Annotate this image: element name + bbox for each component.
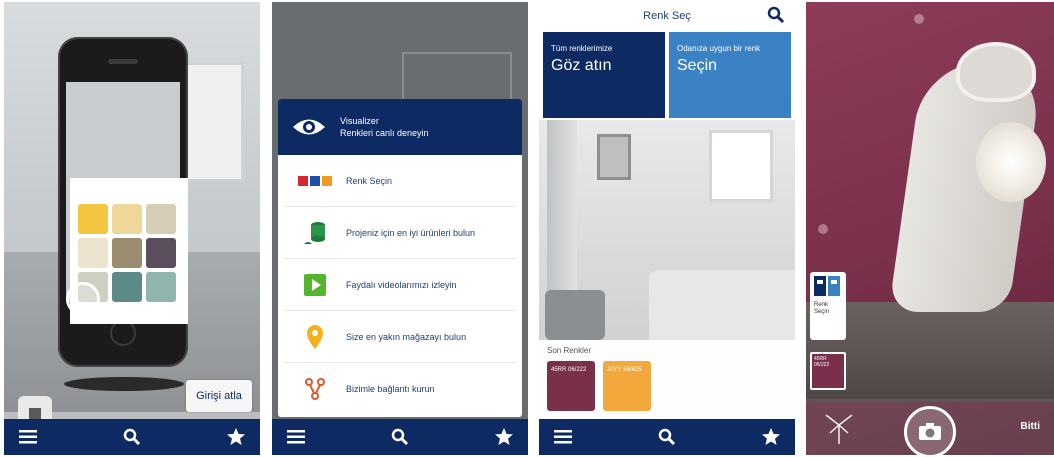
tile-subtitle: Tüm renklerimize — [551, 44, 613, 53]
choose-color-button[interactable]: Renk Seçin — [810, 272, 846, 340]
menu-item-label: Bizimle bağlantı kurun — [346, 384, 435, 394]
menu-item-contact[interactable]: Bizimle bağlantı kurun — [284, 363, 516, 415]
search-button[interactable] — [120, 425, 144, 449]
room-chair — [545, 290, 605, 340]
visualizer-subtitle: Renkleri canlı deneyin — [340, 128, 429, 138]
hamburger-icon — [554, 430, 572, 444]
room-picture-frame — [709, 130, 773, 202]
color-swatch — [78, 238, 108, 268]
tile-subtitle: Odanıza uygun bir renk — [677, 44, 761, 53]
color-code: 45RR 06/222 — [814, 356, 830, 368]
intro-screen: Girişi atla — [4, 2, 260, 455]
phone-stand — [64, 377, 184, 391]
eye-icon — [293, 119, 325, 135]
color-swatch — [112, 238, 142, 268]
color-swatch — [146, 238, 176, 268]
overlay-circle-toggle[interactable] — [66, 282, 100, 316]
tile-title: Göz atın — [551, 57, 612, 74]
search-icon — [767, 6, 785, 24]
color-book-icon — [814, 276, 840, 296]
color-swatch — [78, 204, 108, 234]
search-button[interactable] — [388, 425, 412, 449]
side-menu: Visualizer Renkleri canlı deneyin Renk S… — [278, 99, 522, 417]
share-icon — [298, 378, 332, 400]
search-icon — [391, 428, 409, 446]
recent-colors-label: Son Renkler — [547, 346, 592, 355]
search-button[interactable] — [655, 425, 679, 449]
favorites-button[interactable] — [759, 425, 783, 449]
search-button[interactable] — [767, 6, 785, 29]
bottom-nav — [4, 419, 260, 455]
done-button[interactable]: Bitti — [1021, 421, 1040, 432]
color-swatch — [146, 204, 176, 234]
recent-colors: Son Renkler 45RR 06/222 20YY 56/625 — [539, 340, 795, 419]
camera-bar: Bitti — [806, 399, 1054, 455]
selected-color-swatch[interactable]: 45RR 06/222 — [810, 352, 846, 390]
search-icon — [123, 428, 141, 446]
menu-item-choose-color[interactable]: Renk Seçin — [284, 155, 516, 207]
recent-color-chip[interactable]: 20YY 56/625 — [603, 361, 651, 411]
choose-color-label: Renk Seçin — [814, 302, 830, 315]
favorites-button[interactable] — [492, 425, 516, 449]
tile-title: Seçin — [677, 57, 718, 74]
search-icon — [658, 428, 676, 446]
menu-button[interactable] — [284, 425, 308, 449]
camera-icon — [919, 423, 941, 440]
paint-can-icon — [298, 220, 332, 246]
tripod-icon[interactable] — [824, 411, 854, 445]
hamburger-icon — [287, 430, 305, 444]
browse-colors-tile[interactable]: Tüm renklerimize Göz atın — [543, 32, 665, 118]
color-swatch — [112, 272, 142, 302]
menu-item-label: Size en yakın mağazayı bulun — [346, 331, 467, 342]
play-icon — [298, 273, 332, 296]
wall-dot — [914, 14, 924, 24]
skip-intro-button[interactable]: Girişi atla — [186, 380, 252, 412]
bottom-nav — [539, 419, 795, 455]
menu-item-videos[interactable]: Faydalı videolarımızı izleyin — [284, 259, 516, 311]
page-title: Renk Seç — [643, 10, 691, 22]
room-picture-frame — [597, 134, 631, 180]
phone-speaker — [108, 59, 138, 64]
menu-button[interactable] — [551, 425, 575, 449]
menu-button[interactable] — [16, 425, 40, 449]
color-chips-icon — [298, 175, 332, 186]
color-swatch — [146, 272, 176, 302]
color-swatch — [112, 204, 142, 234]
lamp-head — [956, 42, 1036, 102]
star-icon — [762, 428, 780, 445]
wall-dot — [818, 224, 828, 234]
star-icon — [495, 428, 513, 445]
color-code: 45RR 06/222 — [551, 367, 587, 373]
menu-item-label: Renk Seçin — [346, 175, 393, 186]
bottom-nav — [272, 419, 528, 455]
visualizer-camera-screen: Renk Seçin 45RR 06/222 Bitti — [806, 2, 1054, 455]
location-pin-icon — [298, 324, 332, 349]
recent-color-chip[interactable]: 45RR 06/222 — [547, 361, 595, 411]
menu-item-products[interactable]: Projeniz için en iyi ürünleri bulun — [284, 207, 516, 259]
visualizer-title: Visualizer — [340, 116, 379, 126]
menu-screen: Visualizer Renkleri canlı deneyin Renk S… — [272, 2, 528, 455]
menu-item-store-locator[interactable]: Size en yakın mağazayı bulun — [284, 311, 516, 363]
favorites-button[interactable] — [224, 425, 248, 449]
room-sofa — [649, 270, 795, 340]
menu-item-label: Faydalı videolarımızı izleyin — [346, 279, 457, 290]
menu-item-visualizer[interactable]: Visualizer Renkleri canlı deneyin — [278, 99, 522, 155]
color-code: 20YY 56/625 — [607, 367, 642, 373]
room-photo — [539, 120, 795, 340]
star-icon — [227, 428, 245, 445]
action-tiles: Tüm renklerimize Göz atın Odanıza uygun … — [539, 30, 795, 120]
hamburger-icon — [19, 430, 37, 444]
capture-button[interactable] — [904, 406, 956, 455]
lamp-bulb — [976, 122, 1046, 202]
choose-color-screen: Renk Seç Tüm renklerimize Göz atın Odanı… — [539, 2, 795, 455]
menu-item-label: Projeniz için en iyi ürünleri bulun — [346, 227, 476, 238]
match-room-tile[interactable]: Odanıza uygun bir renk Seçin — [669, 32, 791, 118]
top-bar: Renk Seç — [539, 2, 795, 30]
